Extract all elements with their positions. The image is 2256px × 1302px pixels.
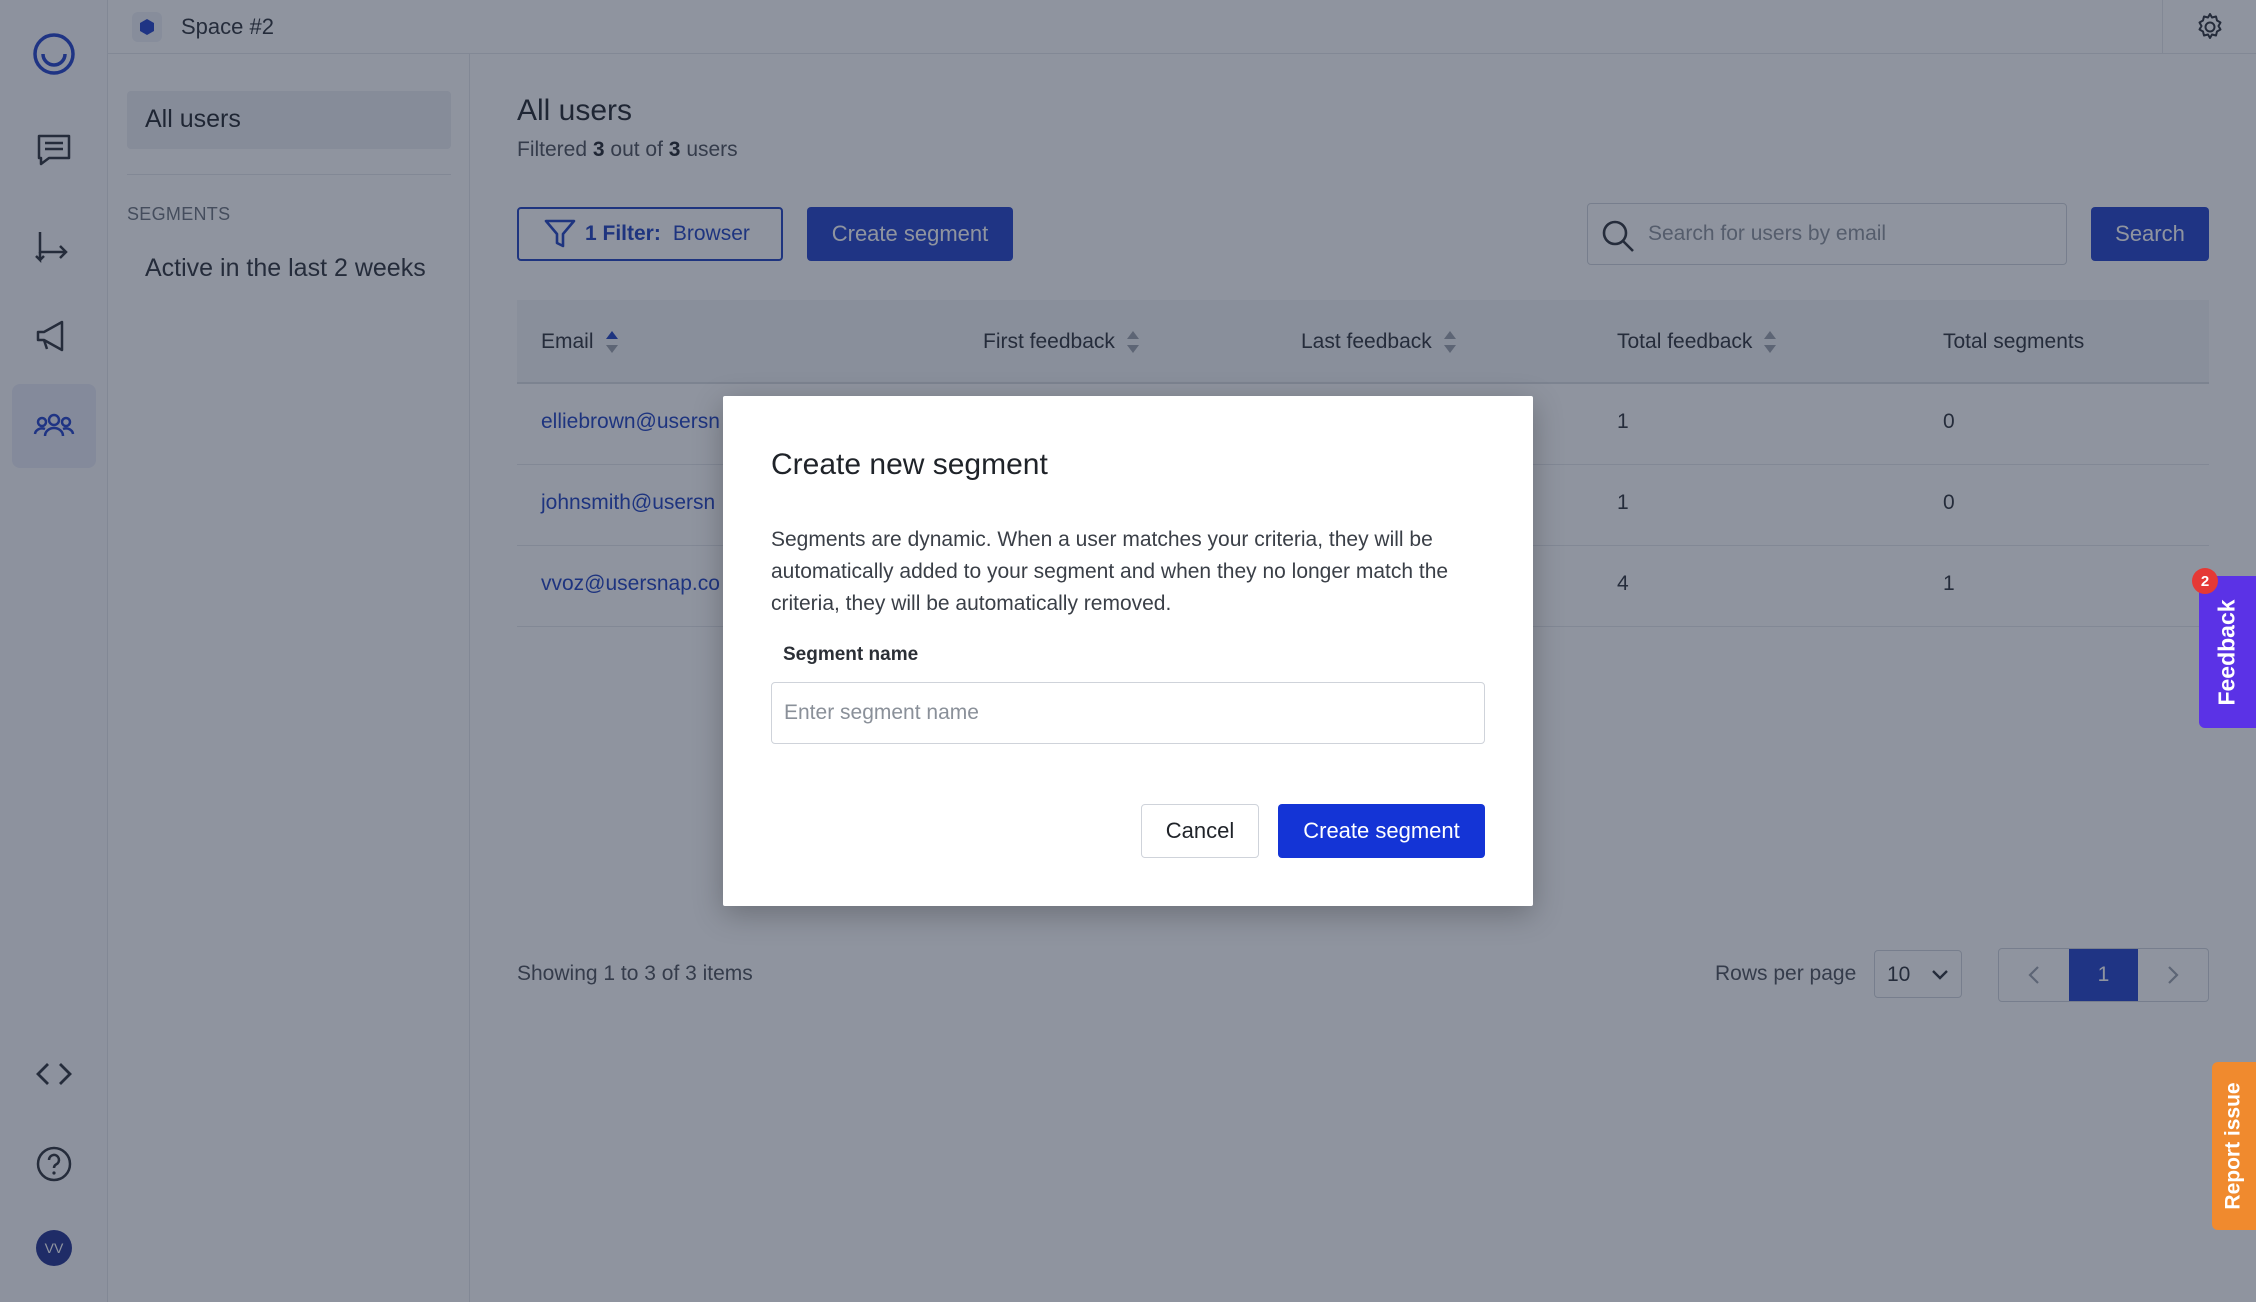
report-issue-label: Report issue [2222,1082,2246,1210]
dialog-description: Segments are dynamic. When a user matche… [771,528,1449,615]
create-segment-dialog: Create new segment Segments are dynamic.… [723,396,1533,906]
cancel-button[interactable]: Cancel [1141,804,1259,858]
report-issue-tab[interactable]: Report issue [2212,1062,2256,1230]
feedback-count-badge: 2 [2192,568,2218,594]
create-segment-submit-button[interactable]: Create segment [1278,804,1485,858]
segment-name-input[interactable] [771,682,1485,744]
dialog-title: Create new segment [771,448,1048,481]
feedback-widget-label: Feedback [2214,598,2241,706]
feedback-widget-tab[interactable]: Feedback [2199,576,2256,728]
segment-name-label: Segment name [783,644,919,665]
